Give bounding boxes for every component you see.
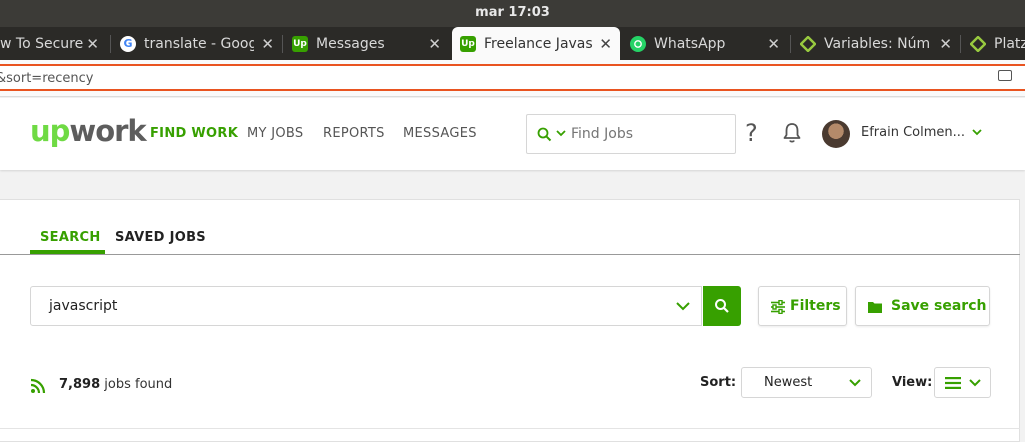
search-button[interactable] (703, 286, 741, 326)
find-jobs-input[interactable] (571, 123, 721, 145)
url-text: &sort=recency (0, 71, 94, 86)
chevron-down-icon (849, 379, 861, 387)
browser-tab[interactable]: Up Messages ✕ (284, 27, 449, 60)
tab-title: Platz (994, 35, 1025, 52)
os-top-bar: mar 17:03 (0, 0, 1025, 27)
browser-tab[interactable]: G translate - Goog ✕ (112, 27, 282, 60)
system-clock[interactable]: mar 17:03 (0, 5, 1025, 20)
browser-tab[interactable]: WhatsApp ✕ (622, 27, 788, 60)
jobs-found-label: jobs found (104, 377, 173, 392)
url-field[interactable]: &sort=recency (0, 64, 1025, 91)
tab-title: translate - Goog (144, 35, 254, 52)
help-icon[interactable]: ? (745, 119, 758, 147)
bell-icon[interactable] (782, 122, 802, 144)
browser-tab-bar: w To Secure ✕ G translate - Goog ✕ Up Me… (0, 27, 1025, 60)
save-search-button[interactable]: Save search (855, 286, 990, 326)
find-jobs-search[interactable] (526, 114, 736, 154)
list-view-icon (945, 377, 961, 389)
close-icon[interactable]: ✕ (939, 35, 952, 53)
view-label: View: (892, 375, 933, 390)
chevron-down-icon[interactable] (675, 299, 691, 313)
job-query-field[interactable]: javascript (30, 286, 702, 326)
google-icon: G (120, 35, 136, 52)
tab-search[interactable]: SEARCH (40, 230, 101, 245)
save-search-label: Save search (891, 298, 987, 314)
tab-title: Variables: Núm (824, 35, 931, 52)
jobs-count: 7,898 (59, 377, 101, 392)
sliders-icon (771, 300, 785, 314)
platzi-icon (800, 35, 816, 52)
sort-select[interactable]: Newest (741, 367, 872, 398)
tab-saved-jobs[interactable]: SAVED JOBS (115, 230, 206, 245)
nav-find-work[interactable]: FIND WORK (150, 126, 238, 141)
browser-tab[interactable]: w To Secure ✕ (0, 27, 107, 60)
chevron-down-icon[interactable] (971, 128, 983, 138)
whatsapp-icon (630, 35, 646, 52)
browser-tab-active[interactable]: Up Freelance Javas ✕ (452, 27, 620, 60)
divider (0, 428, 1020, 429)
avatar[interactable] (822, 120, 850, 148)
address-bar: &sort=recency (0, 60, 1025, 97)
close-icon[interactable]: ✕ (767, 35, 780, 53)
upwork-icon: Up (460, 35, 476, 52)
nav-messages[interactable]: MESSAGES (403, 126, 477, 141)
chevron-down-icon (969, 379, 981, 387)
user-name[interactable]: Efrain Colmen... (861, 125, 965, 140)
job-query-value: javascript (49, 298, 118, 314)
reader-view-icon[interactable] (998, 70, 1012, 81)
close-icon[interactable]: ✕ (261, 35, 274, 53)
job-search-panel: SEARCH SAVED JOBS javascript Filters Sav… (0, 199, 1020, 442)
browser-tab[interactable]: Platz (962, 27, 1025, 60)
close-icon[interactable]: ✕ (86, 35, 99, 53)
filters-button[interactable]: Filters (758, 286, 847, 326)
search-icon (715, 299, 729, 313)
view-select[interactable] (934, 367, 991, 398)
jobs-found-summary: 7,898 jobs found (59, 377, 172, 392)
close-icon[interactable]: ✕ (599, 35, 612, 53)
close-icon[interactable]: ✕ (428, 35, 441, 53)
folder-icon (868, 302, 882, 313)
filters-label: Filters (790, 298, 841, 314)
tab-title: Freelance Javas (484, 35, 592, 52)
platzi-icon (970, 35, 986, 52)
nav-my-jobs[interactable]: MY JOBS (247, 126, 303, 141)
sort-label: Sort: (700, 375, 737, 390)
sort-value: Newest (764, 375, 813, 390)
search-icon[interactable] (537, 127, 552, 142)
divider (0, 254, 1020, 255)
site-header: upwork FIND WORK MY JOBS REPORTS MESSAGE… (0, 98, 1025, 170)
chevron-down-icon[interactable] (555, 127, 567, 139)
nav-reports[interactable]: REPORTS (323, 126, 385, 141)
upwork-icon: Up (292, 35, 308, 52)
browser-tab[interactable]: Variables: Núm ✕ (792, 27, 960, 60)
rss-icon[interactable] (30, 378, 46, 394)
upwork-logo[interactable]: upwork (30, 114, 147, 148)
